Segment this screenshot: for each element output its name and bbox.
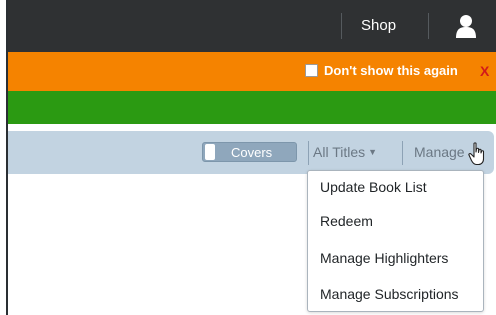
- all-titles-dropdown[interactable]: All Titles ▼: [313, 143, 377, 162]
- dont-show-checkbox[interactable]: [305, 64, 318, 77]
- top-nav-bar: Shop: [8, 0, 496, 52]
- user-icon[interactable]: [455, 14, 477, 38]
- nav-divider: [428, 13, 429, 39]
- app-page: Shop Don't show this again X Covers All …: [0, 0, 496, 315]
- manage-label: Manage: [414, 144, 465, 160]
- menu-item-manage-subscriptions[interactable]: Manage Subscriptions: [320, 285, 459, 303]
- toggle-knob: [205, 144, 215, 160]
- manage-dropdown[interactable]: Manage: [414, 143, 465, 162]
- hand-pointer-icon: [468, 142, 488, 166]
- library-toolbar: Covers All Titles ▼ Manage: [8, 131, 494, 174]
- covers-toggle[interactable]: Covers: [202, 142, 297, 162]
- dont-show-label[interactable]: Don't show this again: [324, 62, 458, 80]
- menu-item-update-book-list[interactable]: Update Book List: [320, 178, 427, 196]
- toolbar-divider: [402, 141, 403, 165]
- shop-link[interactable]: Shop: [361, 16, 396, 36]
- menu-item-manage-highlighters[interactable]: Manage Highlighters: [320, 249, 448, 267]
- covers-label: Covers: [231, 145, 273, 160]
- caret-down-icon: ▼: [368, 147, 378, 157]
- manage-menu: Update Book List Redeem Manage Highlight…: [307, 170, 484, 312]
- close-banner-button[interactable]: X: [480, 62, 489, 80]
- toolbar-divider: [308, 141, 309, 165]
- notification-banner: Don't show this again X: [8, 52, 496, 91]
- all-titles-label: All Titles: [313, 144, 366, 160]
- nav-divider: [341, 13, 342, 39]
- menu-item-redeem[interactable]: Redeem: [320, 212, 373, 230]
- green-banner: [8, 91, 496, 124]
